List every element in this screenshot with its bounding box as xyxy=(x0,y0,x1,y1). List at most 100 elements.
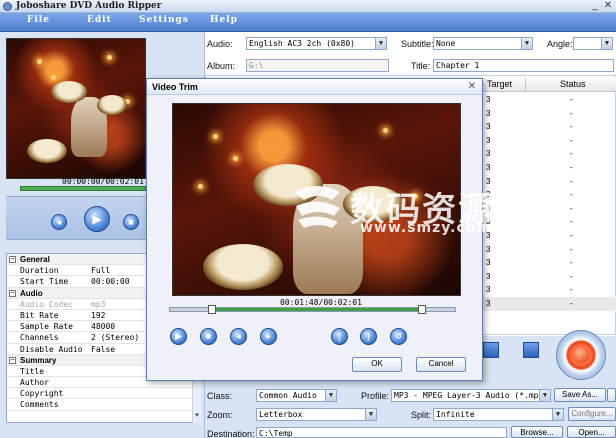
list-item[interactable]: 3- xyxy=(483,243,616,257)
destination-input[interactable]: C:\Temp xyxy=(256,427,507,438)
configure-button[interactable]: Configure... xyxy=(568,407,616,421)
set-start-button[interactable]: [ xyxy=(331,328,348,345)
chevron-down-icon[interactable]: ▼ xyxy=(521,38,532,49)
section-label: Audio xyxy=(20,288,43,298)
step-back-icon: ◂ xyxy=(236,331,241,341)
reset-button[interactable]: ↺ xyxy=(390,328,407,345)
status-cell: - xyxy=(570,122,573,132)
status-cell: - xyxy=(570,271,573,281)
previous-icon: ◂ xyxy=(56,217,62,227)
menu-settings[interactable]: Settings xyxy=(139,15,189,25)
browse-button[interactable]: Browse... xyxy=(511,426,563,438)
play-button[interactable]: ▶ xyxy=(84,206,110,232)
pause-button[interactable] xyxy=(483,342,499,358)
split-value: Infinite xyxy=(436,410,475,419)
property-key: Sample Rate xyxy=(20,322,73,332)
column-target[interactable]: Target xyxy=(487,78,512,91)
zoom-label: Zoom: xyxy=(207,410,233,420)
save-as-menu-button[interactable] xyxy=(607,388,616,402)
album-input[interactable]: G:\ xyxy=(246,59,389,72)
collapse-icon[interactable]: − xyxy=(9,289,16,297)
list-item[interactable]: 3- xyxy=(483,107,616,121)
stop-convert-button[interactable] xyxy=(523,342,539,358)
list-item[interactable]: 3- xyxy=(483,296,616,311)
trim-next-frame-button[interactable]: ▸ xyxy=(260,328,277,345)
list-item[interactable]: 3- xyxy=(483,147,616,161)
split-select[interactable]: Infinite ▼ xyxy=(433,408,564,421)
collapse-icon[interactable]: − xyxy=(9,356,16,364)
list-item[interactable]: 3- xyxy=(483,270,616,284)
album-label: Album: xyxy=(207,61,236,71)
status-cell: - xyxy=(570,217,573,227)
ok-button[interactable]: OK xyxy=(352,357,402,372)
cancel-button[interactable]: Cancel xyxy=(416,357,466,372)
trim-prev-frame-button[interactable]: ◂ xyxy=(230,328,247,345)
list-item[interactable]: 3- xyxy=(483,283,616,297)
property-key: Comments xyxy=(20,400,59,410)
collapse-icon[interactable]: − xyxy=(9,256,16,263)
status-cell: - xyxy=(570,230,573,240)
status-cell: - xyxy=(570,95,573,104)
chevron-down-icon[interactable]: ▼ xyxy=(375,38,386,49)
list-item[interactable]: 3- xyxy=(483,120,616,134)
scroll-down-icon[interactable]: ▾ xyxy=(193,410,201,421)
menu-edit[interactable]: Edit xyxy=(87,15,112,25)
target-cell: 3 xyxy=(486,244,491,254)
title-bar: Joboshare DVD Audio Ripper _ ✕ xyxy=(0,0,616,13)
target-cell: 3 xyxy=(486,95,491,104)
preview-progress-bar[interactable] xyxy=(20,186,146,191)
minimize-icon[interactable]: _ xyxy=(589,1,601,12)
menu-file[interactable]: File xyxy=(27,15,50,25)
watermark-logo xyxy=(294,186,340,228)
property-value[interactable]: 48000 xyxy=(91,321,115,332)
property-key: Duration xyxy=(20,266,59,276)
angle-label: Angle: xyxy=(547,39,573,49)
property-value[interactable]: False xyxy=(91,344,115,355)
list-item[interactable]: 3- xyxy=(483,161,616,175)
profile-select[interactable]: MP3 - MPEG Layer-3 Audio (*.mp3) ▼ xyxy=(391,389,551,402)
target-cell: 3 xyxy=(486,298,491,308)
set-end-button[interactable]: ] xyxy=(360,328,377,345)
title-input[interactable]: Chapter 1 xyxy=(433,59,614,72)
mark-out-icon: ] xyxy=(367,331,370,341)
status-cell: - xyxy=(570,108,573,118)
zoom-select[interactable]: Letterbox ▼ xyxy=(256,408,377,421)
audio-select[interactable]: English AC3 2ch (0x80) ▼ xyxy=(246,37,387,50)
target-cell: 3 xyxy=(486,258,491,268)
stop-button[interactable]: ■ xyxy=(123,214,139,230)
chevron-down-icon[interactable]: ▼ xyxy=(552,409,563,420)
trim-start-handle[interactable] xyxy=(208,305,217,314)
property-value[interactable]: 2 (Stereo) xyxy=(91,332,139,343)
open-button[interactable]: Open... xyxy=(567,426,616,438)
list-item[interactable]: 3- xyxy=(483,93,616,107)
chevron-down-icon[interactable]: ▼ xyxy=(365,409,376,420)
start-convert-button[interactable] xyxy=(556,330,606,380)
trim-stop-button[interactable]: ■ xyxy=(200,328,217,345)
save-as-button[interactable]: Save As... xyxy=(554,388,606,402)
property-row[interactable]: Copyright xyxy=(7,388,199,400)
previous-button[interactable]: ◂ xyxy=(51,214,67,230)
menu-help[interactable]: Help xyxy=(210,15,238,25)
property-key: Author xyxy=(20,378,49,388)
chevron-down-icon[interactable]: ▼ xyxy=(539,390,550,401)
trim-play-button[interactable]: ▶ xyxy=(170,328,187,345)
chevron-down-icon[interactable]: ▼ xyxy=(601,38,612,49)
column-status[interactable]: Status xyxy=(560,78,586,91)
property-value[interactable]: Full xyxy=(91,265,110,276)
window-title: Joboshare DVD Audio Ripper xyxy=(16,1,162,11)
subtitle-select[interactable]: None ▼ xyxy=(433,37,533,50)
angle-select[interactable]: ▼ xyxy=(573,37,613,50)
trim-end-handle[interactable] xyxy=(417,305,426,314)
class-select[interactable]: Common Audio ▼ xyxy=(256,389,337,402)
property-value[interactable]: 00:00:00 xyxy=(91,276,130,287)
chevron-down-icon[interactable]: ▼ xyxy=(325,390,336,401)
property-value[interactable]: mp3 xyxy=(91,299,105,310)
audio-label: Audio: xyxy=(207,39,233,49)
property-value[interactable]: 192 xyxy=(91,310,105,321)
property-key: Audio Codec xyxy=(20,299,73,309)
property-row[interactable]: Comments xyxy=(7,399,199,411)
close-icon[interactable]: ✕ xyxy=(468,81,476,92)
list-item[interactable]: 3- xyxy=(483,256,616,270)
close-icon[interactable]: ✕ xyxy=(602,1,614,12)
list-item[interactable]: 3- xyxy=(483,134,616,148)
